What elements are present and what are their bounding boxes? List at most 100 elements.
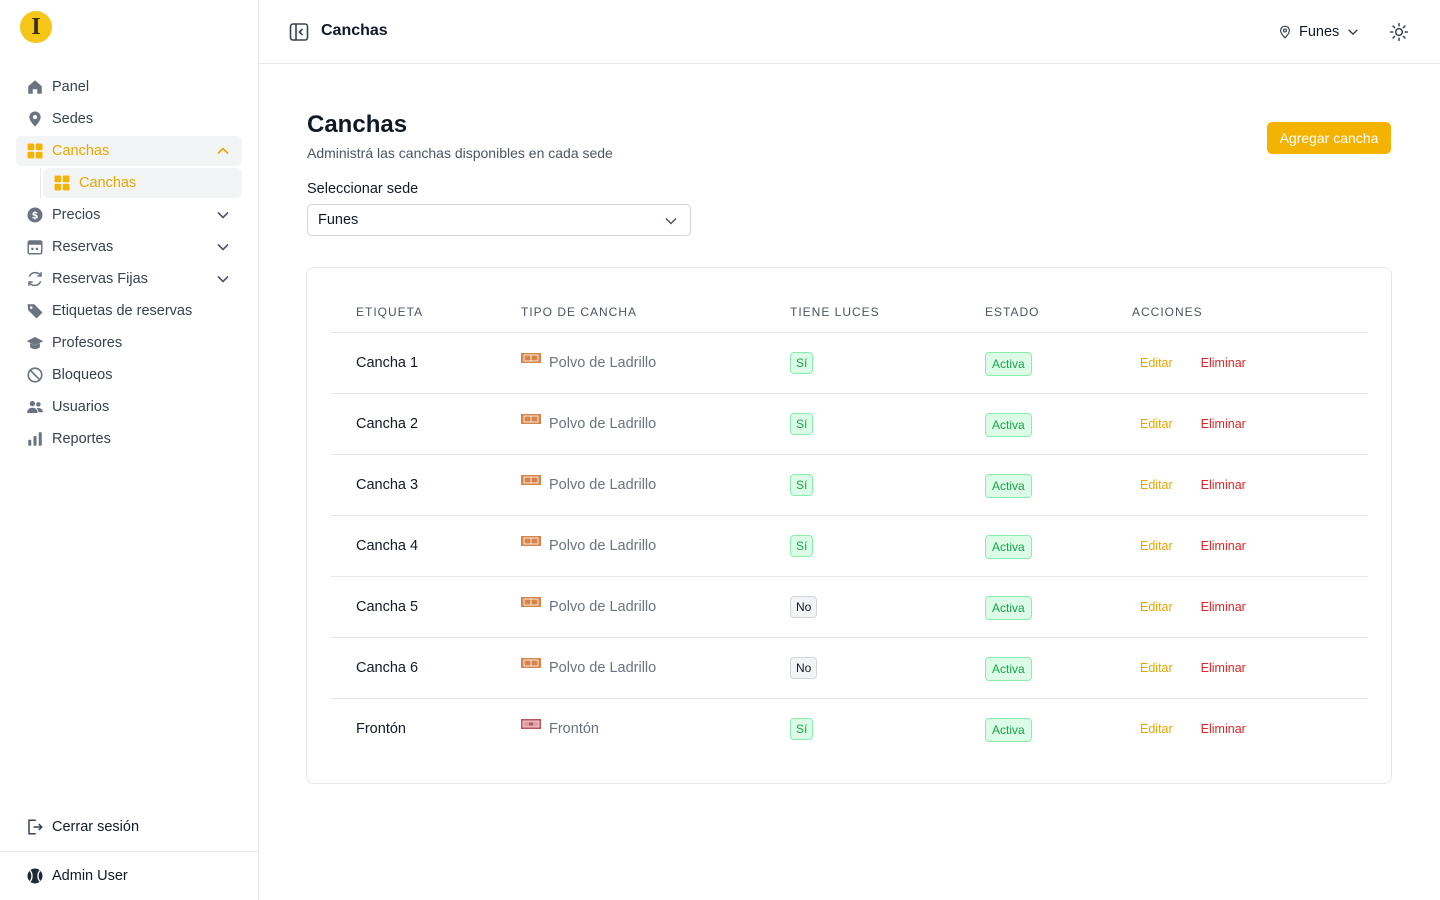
status-badge: Activa	[985, 657, 1032, 681]
actions-cell: Editar Eliminar	[1132, 638, 1254, 698]
clay-court-icon	[521, 353, 541, 363]
edit-button[interactable]: Editar	[1132, 535, 1181, 557]
lights-cell: No	[790, 638, 818, 698]
sidebar-item-label: Panel	[52, 79, 90, 95]
venue-selector[interactable]: Funes	[1278, 22, 1359, 42]
chevron-down-icon	[664, 214, 678, 228]
sidebar-nav: Panel Sedes Canchas Canchas $ Precios Re…	[16, 72, 242, 456]
court-type-label: Polvo de Ladrillo	[549, 599, 657, 615]
court-type: Polvo de Ladrillo	[521, 516, 656, 576]
clay-court-icon	[521, 597, 541, 607]
clay-court-icon	[521, 658, 541, 668]
venue-select[interactable]: Funes	[307, 204, 691, 236]
grid-icon	[26, 142, 44, 160]
user-profile[interactable]: Admin User	[26, 864, 128, 888]
sidebar-item-reservas[interactable]: Reservas	[16, 232, 242, 262]
edit-button[interactable]: Editar	[1132, 413, 1181, 435]
status-badge: Activa	[985, 596, 1032, 620]
state-cell: Activa	[985, 577, 1032, 637]
edit-button[interactable]: Editar	[1132, 474, 1181, 496]
edit-button[interactable]: Editar	[1132, 352, 1181, 374]
status-badge: Activa	[985, 413, 1032, 437]
sidebar-subitem-canchas[interactable]: Canchas	[43, 168, 242, 198]
delete-button[interactable]: Eliminar	[1193, 413, 1254, 435]
sidebar-item-panel[interactable]: Panel	[16, 72, 242, 102]
bar-chart-icon	[26, 430, 44, 448]
page-subtitle: Administrá las canchas disponibles en ca…	[307, 145, 613, 161]
edit-button[interactable]: Editar	[1132, 596, 1181, 618]
sidebar-item-label: Canchas	[52, 143, 110, 159]
add-court-button[interactable]: Agregar cancha	[1267, 122, 1391, 154]
delete-button[interactable]: Eliminar	[1193, 657, 1254, 679]
logo-letter: I	[31, 14, 41, 40]
delete-button[interactable]: Eliminar	[1193, 535, 1254, 557]
delete-button[interactable]: Eliminar	[1193, 596, 1254, 618]
delete-button[interactable]: Eliminar	[1193, 718, 1254, 740]
chevron-down-icon	[216, 240, 230, 254]
column-header-tipo: TIPO DE CANCHA	[521, 305, 638, 319]
theme-toggle-sun-icon[interactable]	[1389, 22, 1409, 42]
sidebar-item-profesores[interactable]: Profesores	[16, 328, 242, 358]
sidebar-item-bloqueos[interactable]: Bloqueos	[16, 360, 242, 390]
sidebar-item-label: Reservas	[52, 239, 114, 255]
venue-selector-value: Funes	[1299, 24, 1340, 40]
grid-icon	[53, 174, 71, 192]
state-cell: Activa	[985, 333, 1032, 393]
logout-button[interactable]: Cerrar sesión	[26, 815, 139, 839]
court-type-label: Polvo de Ladrillo	[549, 477, 657, 493]
table-row: Cancha 5 Polvo de Ladrillo No Activa Edi…	[331, 577, 1368, 638]
app-logo[interactable]: I	[20, 11, 52, 43]
state-cell: Activa	[985, 516, 1032, 576]
sidebar-item-label: Reportes	[52, 431, 111, 447]
tag-icon	[26, 302, 44, 320]
state-cell: Activa	[985, 394, 1032, 454]
lights-badge: Sí	[790, 535, 814, 557]
table-row: Cancha 4 Polvo de Ladrillo Sí Activa Edi…	[331, 516, 1368, 577]
status-badge: Activa	[985, 535, 1032, 559]
sidebar-item-reservas-fijas[interactable]: Reservas Fijas	[16, 264, 242, 294]
clay-court-icon	[521, 414, 541, 424]
venue-select-value: Funes	[318, 212, 359, 228]
court-type: Polvo de Ladrillo	[521, 455, 656, 515]
status-badge: Activa	[985, 718, 1032, 742]
delete-button[interactable]: Eliminar	[1193, 474, 1254, 496]
venue-select-label: Seleccionar sede	[307, 181, 419, 197]
lights-badge: Sí	[790, 718, 814, 740]
sidebar-item-label: Precios	[52, 207, 101, 223]
status-badge: Activa	[985, 352, 1032, 376]
fronton-court-icon	[521, 719, 541, 729]
sidebar-item-canchas[interactable]: Canchas	[16, 136, 242, 166]
state-cell: Activa	[985, 638, 1032, 698]
sidebar-item-sedes[interactable]: Sedes	[16, 104, 242, 134]
state-cell: Activa	[985, 699, 1032, 759]
lights-cell: Sí	[790, 455, 814, 515]
table-row: Cancha 2 Polvo de Ladrillo Sí Activa Edi…	[331, 394, 1368, 455]
sidebar-item-usuarios[interactable]: Usuarios	[16, 392, 242, 422]
court-type-label: Polvo de Ladrillo	[549, 416, 657, 432]
edit-button[interactable]: Editar	[1132, 718, 1181, 740]
edit-button[interactable]: Editar	[1132, 657, 1181, 679]
home-icon	[26, 78, 44, 96]
topbar-title: Canchas	[321, 22, 388, 39]
user-name: Admin User	[52, 868, 128, 884]
court-type: Polvo de Ladrillo	[521, 394, 656, 454]
lights-cell: Sí	[790, 699, 814, 759]
sidebar-item-reportes[interactable]: Reportes	[16, 424, 242, 454]
sidebar-toggle-icon[interactable]	[289, 22, 309, 42]
delete-button[interactable]: Eliminar	[1193, 352, 1254, 374]
lights-badge: Sí	[790, 413, 814, 435]
topbar: Canchas Funes	[259, 0, 1440, 64]
refresh-icon	[26, 270, 44, 288]
court-label: Cancha 5	[356, 599, 419, 615]
sidebar: I Panel Sedes Canchas Canchas $ Precios …	[0, 0, 259, 900]
actions-cell: Editar Eliminar	[1132, 577, 1254, 637]
map-pin-icon	[1278, 25, 1292, 39]
sidebar-item-etiquetas[interactable]: Etiquetas de reservas	[16, 296, 242, 326]
actions-cell: Editar Eliminar	[1132, 333, 1254, 393]
sidebar-item-precios[interactable]: $ Precios	[16, 200, 242, 230]
lights-cell: No	[790, 577, 818, 637]
chevron-down-icon	[216, 272, 230, 286]
chevron-down-icon	[1347, 26, 1359, 38]
court-type: Polvo de Ladrillo	[521, 638, 656, 698]
table-row: Cancha 6 Polvo de Ladrillo No Activa Edi…	[331, 638, 1368, 699]
